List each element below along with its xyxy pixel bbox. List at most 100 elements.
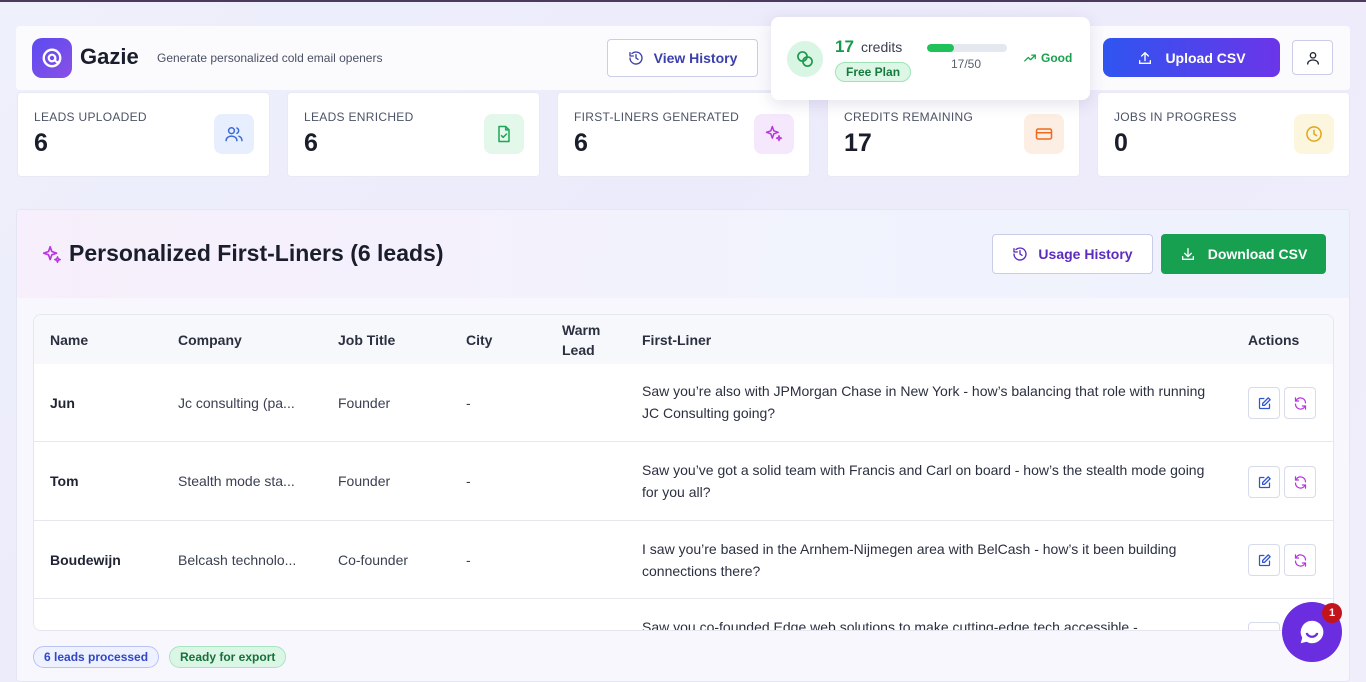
chat-icon [1300,620,1324,644]
credit-card-icon [1024,114,1064,154]
table-row: Jun Jc consulting (pa... Founder - Saw y… [34,364,1333,442]
sparkles-icon [42,245,61,264]
stat-card-credits-remaining: CREDITS REMAINING 17 [827,92,1080,177]
col-warm-lead-line2[interactable]: Lead [562,342,595,358]
download-csv-label: Download CSV [1207,246,1308,262]
leads-processed-badge: 6 leads processed [33,646,160,668]
history-icon [628,51,643,65]
clock-icon [1294,114,1334,154]
row-company: Stealth mode sta... [178,473,295,489]
row-name: Boudewijn [50,552,121,568]
regenerate-button[interactable] [1284,544,1316,576]
edit-icon [1258,396,1271,409]
stat-label: LEADS UPLOADED [34,110,147,124]
stat-label: LEADS ENRICHED [304,110,414,124]
edit-button[interactable] [1248,544,1280,576]
app-logo[interactable] [32,38,72,78]
user-icon [1306,51,1319,65]
row-name: Tom [50,473,79,489]
credits-status: Good [1023,51,1072,65]
row-job-title: Founder [338,395,391,411]
logo-icon [42,48,62,68]
download-csv-button[interactable]: Download CSV [1161,234,1326,274]
row-city: - [466,395,471,411]
stat-value: 17 [844,129,872,157]
credits-progress-track [927,44,1007,52]
sparkles-icon [754,114,794,154]
edit-button[interactable] [1248,466,1280,498]
col-city[interactable]: City [466,332,492,348]
credits-count: 17 [835,37,854,56]
edit-button[interactable] [1248,622,1280,630]
table-row: Saw you co-founded Edge web solutions to… [34,599,1333,631]
stat-card-first-liners-generated: FIRST-LINERS GENERATED 6 [557,92,810,177]
row-city: - [466,552,471,568]
download-icon [1181,248,1194,260]
col-company[interactable]: Company [178,332,242,348]
regenerate-button[interactable] [1284,466,1316,498]
usage-history-label: Usage History [1038,246,1133,262]
user-menu-button[interactable] [1292,40,1333,75]
app-header: Gazie Generate personalized cold email o… [16,26,1350,90]
first-liners-table[interactable]: Name Company Job Title City Warm Lead Fi… [33,314,1334,631]
refresh-icon [1294,475,1306,489]
stat-value: 6 [34,129,48,157]
chat-notification-badge: 1 [1322,603,1342,623]
col-first-liner[interactable]: First-Liner [642,332,711,348]
usage-history-button[interactable]: Usage History [992,234,1153,274]
row-first-liner: I saw you’re based in the Arnhem-Nijmege… [642,541,1177,579]
stat-card-jobs-in-progress: JOBS IN PROGRESS 0 [1097,92,1350,177]
plan-badge: Free Plan [835,62,912,82]
ready-for-export-badge: Ready for export [169,646,287,668]
col-actions: Actions [1248,332,1300,348]
users-icon [214,114,254,154]
col-job-title[interactable]: Job Title [338,332,395,348]
col-warm-lead-line1[interactable]: Warm [562,322,600,338]
row-first-liner: Saw you’re also with JPMorgan Chase in N… [642,383,1206,421]
first-liners-panel: Personalized First-Liners (6 leads) Usag… [16,209,1350,682]
credits-usage-text: 17/50 [951,57,982,71]
upload-csv-button[interactable]: Upload CSV [1103,38,1280,77]
refresh-icon [1294,553,1306,567]
stat-label: CREDITS REMAINING [844,110,974,124]
edit-button[interactable] [1248,387,1280,419]
upload-csv-label: Upload CSV [1165,49,1246,66]
app-tagline: Generate personalized cold email openers [157,51,383,65]
view-history-label: View History [653,50,738,66]
table-header: Name Company Job Title City Warm Lead Fi… [34,315,1333,365]
regenerate-button[interactable] [1284,387,1316,419]
credits-word: credits [861,39,903,55]
refresh-icon [1294,396,1306,410]
app-name: Gazie [80,44,139,69]
file-check-icon [484,114,524,154]
coins-icon [787,41,823,77]
stat-value: 6 [304,129,318,157]
row-job-title: Co-founder [338,552,409,568]
stat-value: 6 [574,129,588,157]
history-icon [1013,247,1028,261]
edit-icon [1258,553,1271,566]
row-name: Jun [50,395,75,411]
upload-icon [1139,51,1152,64]
row-company: Belcash technolo... [178,552,297,568]
stat-label: FIRST-LINERS GENERATED [574,110,740,124]
stat-card-leads-uploaded: LEADS UPLOADED 6 [17,92,270,177]
trending-up-icon [1024,54,1036,62]
edit-icon [1258,475,1271,488]
table-row: Boudewijn Belcash technolo... Co-founder… [34,521,1333,599]
view-history-button[interactable]: View History [607,39,758,77]
stat-label: JOBS IN PROGRESS [1114,110,1237,124]
top-border [0,0,1366,2]
credits-progress-fill [927,44,955,52]
credits-card: 17 credits Free Plan 17/50 Good [771,17,1090,100]
panel-title: Personalized First-Liners (6 leads) [69,240,444,266]
row-job-title: Founder [338,473,391,489]
row-city: - [466,473,471,489]
table-row: Tom Stealth mode sta... Founder - Saw yo… [34,442,1333,521]
stat-value: 0 [1114,129,1128,157]
credits-status-label: Good [1041,51,1073,65]
stat-card-leads-enriched: LEADS ENRICHED 6 [287,92,540,177]
row-company: Jc consulting (pa... [178,395,295,411]
col-name[interactable]: Name [50,332,88,348]
row-first-liner: Saw you co-founded Edge web solutions to… [642,619,1138,631]
